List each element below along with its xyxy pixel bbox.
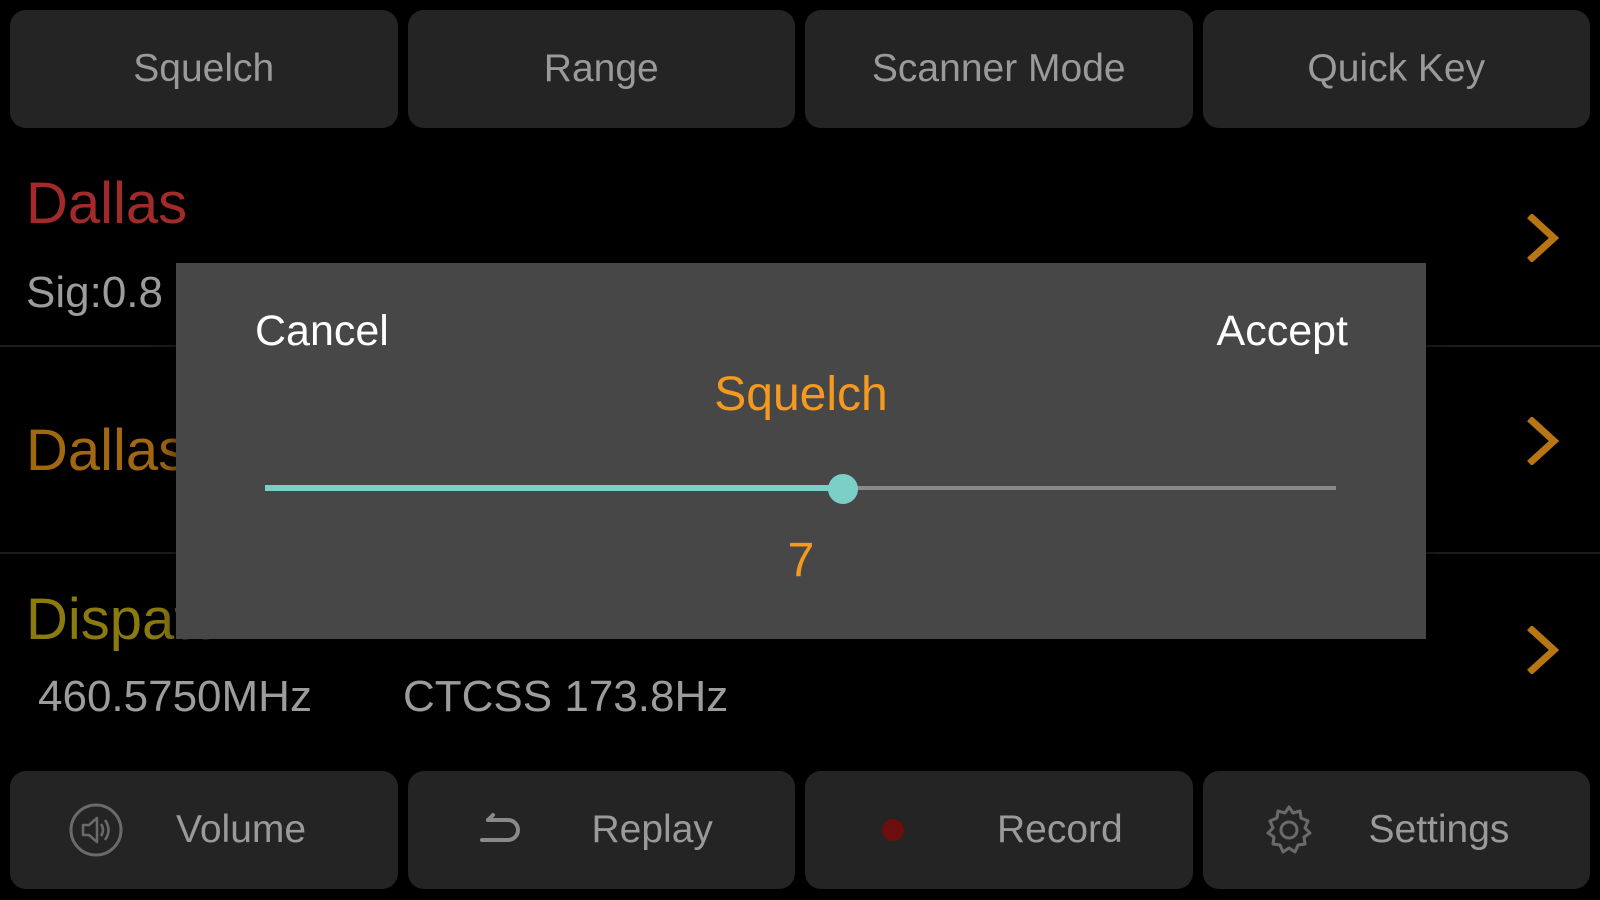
squelch-button-label: Squelch [133,47,275,90]
cancel-button[interactable]: Cancel [255,307,389,356]
speaker-icon [64,798,128,862]
replay-button[interactable]: Replay [407,771,795,889]
slider-value: 7 [787,534,815,587]
scanner-mode-button-label: Scanner Mode [871,47,1126,90]
chevron-right-icon [1527,417,1560,465]
replay-icon [466,798,530,862]
settings-button[interactable]: Settings [1202,771,1590,889]
bottom-toolbar: Volume Replay Record Settings [10,771,1590,889]
range-button[interactable]: Range [407,10,795,128]
scanner-mode-button[interactable]: Scanner Mode [805,10,1193,128]
channel-title: Dallas [26,171,188,236]
squelch-dialog: Cancel Accept Squelch 7 [176,263,1426,639]
signal-strength: Sig:0.8 [26,268,163,317]
frequency-label: 460.5750MHz [38,672,312,721]
replay-button-label: Replay [591,808,713,851]
chevron-right-icon [1527,626,1560,674]
gear-icon [1257,798,1321,862]
squelch-slider[interactable] [265,474,1336,504]
record-button-label: Record [997,808,1123,851]
quick-key-button-label: Quick Key [1307,47,1486,90]
slider-thumb[interactable] [828,474,859,504]
record-dot-icon [861,798,925,862]
channel-title: Dallas [26,418,188,483]
dialog-title: Squelch [714,368,888,421]
volume-button-label: Volume [176,808,307,851]
range-button-label: Range [543,47,659,90]
quick-key-button[interactable]: Quick Key [1202,10,1590,128]
ctcss-tone-label: CTCSS 173.8Hz [403,672,729,721]
volume-button[interactable]: Volume [10,771,398,889]
slider-fill [265,485,844,491]
chevron-right-icon [1527,214,1560,262]
record-button[interactable]: Record [805,771,1193,889]
top-toolbar: Squelch Range Scanner Mode Quick Key [10,10,1590,128]
accept-button[interactable]: Accept [1217,307,1348,356]
settings-button-label: Settings [1368,808,1510,851]
squelch-button[interactable]: Squelch [10,10,398,128]
